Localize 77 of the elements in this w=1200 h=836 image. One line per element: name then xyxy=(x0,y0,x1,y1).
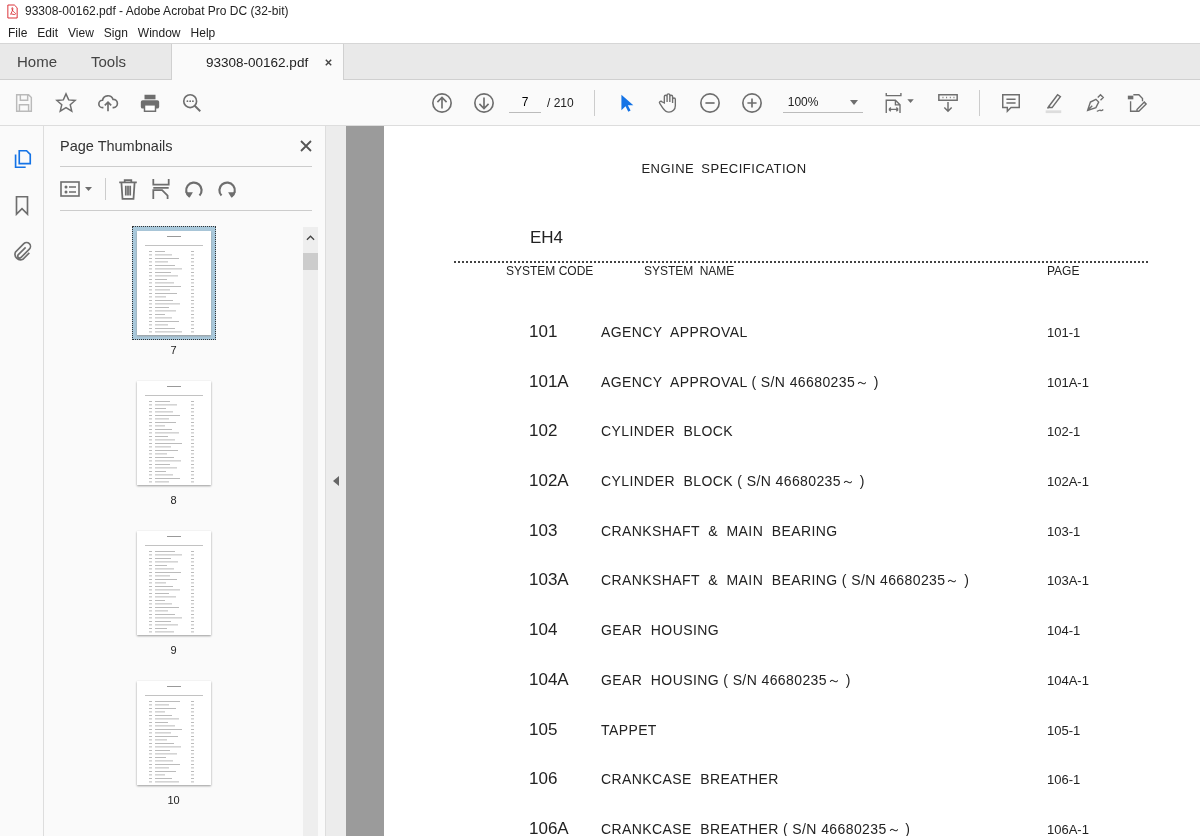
next-page-icon[interactable] xyxy=(473,91,495,114)
page-number: 7 xyxy=(170,344,177,356)
edit-document-icon[interactable] xyxy=(1125,91,1148,114)
column-header: SYSTEM CODE xyxy=(506,264,595,278)
star-icon[interactable] xyxy=(55,91,77,114)
system-name: CYLINDER BLOCK xyxy=(601,423,735,440)
system-name: CRANKCASE BREATHER xyxy=(601,771,780,788)
model-name: EH4 xyxy=(530,228,565,248)
page-thumbnail[interactable] xyxy=(131,226,216,340)
menu-item[interactable]: File xyxy=(3,25,33,40)
system-code: 104A xyxy=(529,669,570,690)
page-reference: 104A-1 xyxy=(1047,672,1089,688)
close-icon[interactable] xyxy=(324,57,334,67)
zoom-out-icon[interactable] xyxy=(698,91,721,114)
page-reference: 106A-1 xyxy=(1047,821,1089,836)
system-name: AGENCY APPROVAL ( S/N 46680235～ ) xyxy=(601,373,880,392)
system-code: 104 xyxy=(529,620,559,641)
tab[interactable]: Home xyxy=(0,44,74,79)
document-heading: ENGINE SPECIFICATION xyxy=(640,161,808,176)
system-name: CRANKSHAFT & MAIN BEARING xyxy=(601,522,839,539)
hand-icon[interactable] xyxy=(656,91,679,114)
tab-label: 93308-00162.pdf xyxy=(206,54,309,70)
page-reference: 106-1 xyxy=(1047,772,1081,788)
search-icon[interactable] xyxy=(181,91,203,114)
column-header: SYSTEM NAME xyxy=(644,264,736,278)
page-reference: 101-1 xyxy=(1047,325,1081,340)
system-name: GEAR HOUSING ( S/N 46680235～ ) xyxy=(601,671,852,690)
system-code: 101 xyxy=(529,322,559,342)
menu-item[interactable]: Sign xyxy=(98,25,133,40)
system-code: 102A xyxy=(529,471,570,492)
document-tab[interactable]: 93308-00162.pdf xyxy=(171,44,345,80)
system-name: GEAR HOUSING xyxy=(601,622,720,639)
system-name: CRANKSHAFT & MAIN BEARING ( S/N 46680235～ ) xyxy=(601,572,971,591)
zoom-in-icon[interactable] xyxy=(740,91,763,114)
system-code: 103 xyxy=(529,520,559,541)
system-code: 105 xyxy=(529,719,559,740)
previous-page-icon[interactable] xyxy=(431,91,453,114)
menu-item[interactable]: View xyxy=(63,25,99,40)
system-name: AGENCY APPROVAL xyxy=(601,324,749,340)
system-code: 103A xyxy=(529,570,570,591)
system-code: 106A xyxy=(529,818,570,836)
zoom-dropdown[interactable]: 100% xyxy=(782,92,863,113)
panel-title: Page Thumbnails xyxy=(60,138,173,154)
system-name: CYLINDER BLOCK ( S/N 46680235～ ) xyxy=(601,473,866,492)
menu-item[interactable]: Window xyxy=(132,25,186,40)
page-number: 8 xyxy=(170,494,177,506)
page-reference: 102A-1 xyxy=(1047,474,1089,490)
page-count: / 210 xyxy=(547,95,574,110)
system-code: 106 xyxy=(529,769,559,790)
column-header: PAGE xyxy=(1047,264,1080,278)
page-reference: 102-1 xyxy=(1047,424,1081,440)
menu-item[interactable]: Help xyxy=(185,25,221,40)
page-number: 10 xyxy=(167,794,180,806)
page-reference: 104-1 xyxy=(1047,623,1081,639)
system-code: 101A xyxy=(529,371,570,392)
page-number: 9 xyxy=(170,644,177,656)
page-reference: 103A-1 xyxy=(1047,573,1089,589)
caret-icon xyxy=(849,99,858,105)
system-name: TAPPET xyxy=(601,721,658,738)
system-name: CRANKCASE BREATHER ( S/N 46680235～ ) xyxy=(601,820,912,836)
page-reference: 105-1 xyxy=(1047,722,1081,738)
tab[interactable]: Tools xyxy=(74,44,144,79)
scroll-up-icon[interactable] xyxy=(306,235,315,241)
system-code: 102 xyxy=(529,421,559,442)
insert-page-icon[interactable] xyxy=(150,177,172,200)
collapse-panel-handle[interactable] xyxy=(325,126,346,836)
comment-icon[interactable] xyxy=(999,91,1022,114)
page-reference: 101A-1 xyxy=(1047,374,1089,390)
close-icon[interactable] xyxy=(300,140,312,152)
pdf-file-icon xyxy=(6,3,19,19)
page-reference: 103-1 xyxy=(1047,523,1081,539)
trash-icon[interactable] xyxy=(117,177,139,200)
window-title: 93308-00162.pdf - Adobe Acrobat Pro DC (32-bit) xyxy=(25,4,289,18)
scrollbar-thumb[interactable] xyxy=(303,253,318,270)
menu-item[interactable]: Edit xyxy=(32,25,64,40)
page-number-field[interactable]: 7 xyxy=(509,92,541,113)
scroll-mode-icon[interactable] xyxy=(936,91,959,114)
